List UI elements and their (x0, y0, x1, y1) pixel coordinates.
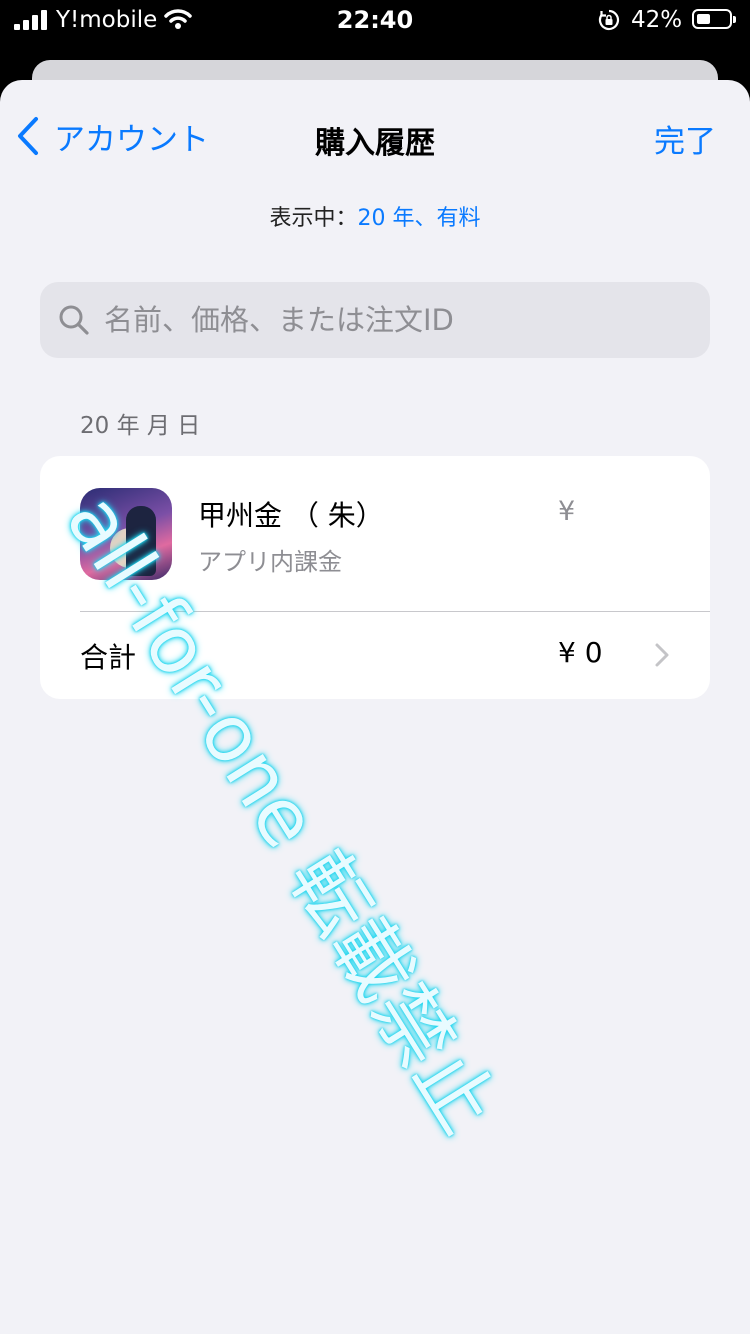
item-name: 甲州金 （ 朱） (198, 499, 384, 532)
search-field[interactable] (40, 282, 710, 358)
filter-prefix: 表示中： (269, 206, 358, 231)
total-value: ¥ 0 (558, 636, 603, 669)
page-title: 購入履歴 (315, 126, 435, 161)
purchase-date-header: 20 年 月 日 (80, 413, 201, 439)
search-input[interactable] (102, 302, 666, 338)
app-icon (80, 488, 172, 580)
filter-link[interactable]: 20 年、有料 (358, 206, 481, 231)
done-button[interactable]: 完了 (654, 116, 716, 161)
orientation-lock-icon (598, 9, 620, 31)
purchase-item-row[interactable]: 甲州金 （ 朱） アプリ内課金 ¥ (40, 456, 710, 612)
status-bar: Y!mobile 22:40 42% (0, 0, 750, 42)
purchase-card: 甲州金 （ 朱） アプリ内課金 ¥ 合計 ¥ 0 (40, 456, 710, 699)
battery-percentage: 42% (631, 7, 683, 33)
search-icon (59, 305, 89, 335)
purchase-history-sheet: アカウント 購入履歴 完了 表示中：20 年、有料 20 年 月 日 甲州金 （… (0, 80, 750, 1334)
total-row[interactable]: 合計 ¥ 0 (40, 612, 710, 699)
item-type: アプリ内課金 (198, 548, 342, 576)
chevron-right-icon (655, 643, 669, 667)
total-label: 合計 (80, 641, 137, 674)
item-price: ¥ (558, 496, 576, 527)
battery-icon (692, 9, 736, 29)
filter-summary: 表示中：20 年、有料 (0, 200, 750, 232)
